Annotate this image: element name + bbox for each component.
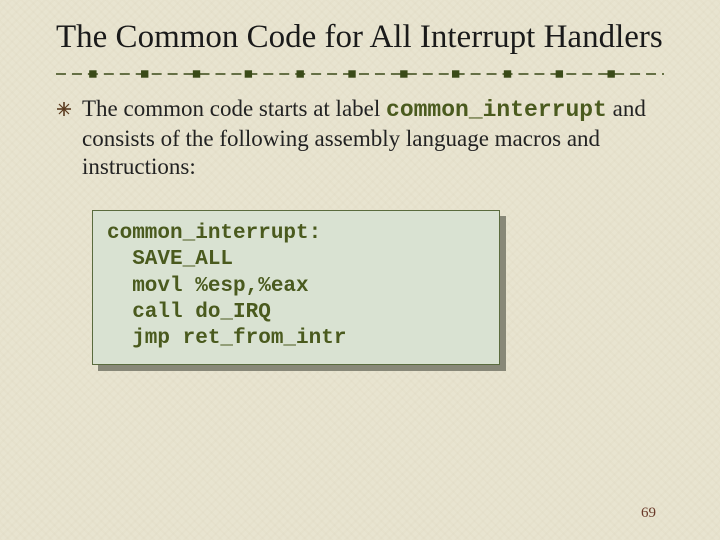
body-pre: The common code starts at label: [82, 96, 386, 121]
code-block: common_interrupt: SAVE_ALL movl %esp,%ea…: [92, 210, 500, 365]
code-label-inline: common_interrupt: [386, 97, 607, 123]
slide-title: The Common Code for All Interrupt Handle…: [56, 18, 664, 57]
bullet-item: The common code starts at label common_i…: [56, 95, 664, 182]
body-text: The common code starts at label common_i…: [82, 95, 664, 182]
divider: [56, 67, 664, 81]
code-block-container: common_interrupt: SAVE_ALL movl %esp,%ea…: [92, 210, 500, 365]
bullet-icon: [56, 101, 72, 122]
page-number: 69: [641, 505, 656, 522]
slide: The Common Code for All Interrupt Handle…: [0, 0, 720, 540]
